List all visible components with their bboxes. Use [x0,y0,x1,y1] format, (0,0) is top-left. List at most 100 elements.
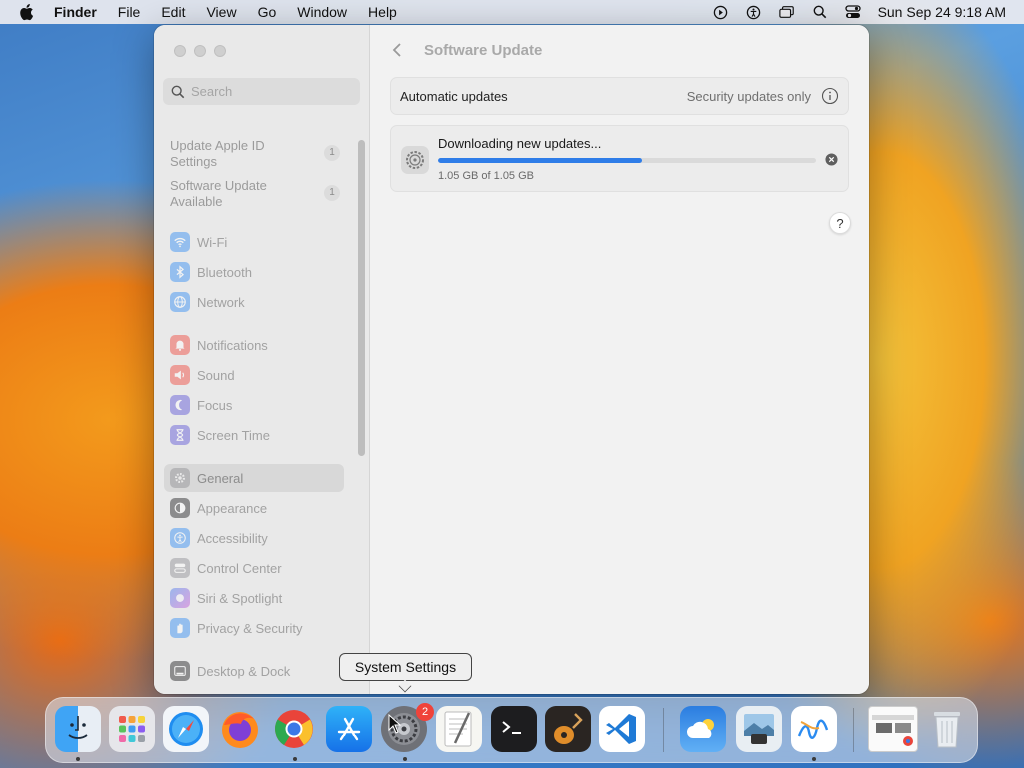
system-settings-window: Search Update Apple ID Settings 1 Softwa… [154,25,869,694]
sidebar-alert-apple-id[interactable]: Update Apple ID Settings 1 [170,138,340,170]
dock-separator [853,708,854,752]
running-indicator [293,757,297,761]
running-indicator [403,757,407,761]
sidebar-alert-software-update[interactable]: Software Update Available 1 [170,178,340,210]
globe-icon [170,292,190,312]
wifi-icon [170,232,190,252]
hourglass-icon [170,425,190,445]
help-button[interactable]: ? [829,212,851,234]
menu-window[interactable]: Window [297,4,347,20]
control-center-icon [170,558,190,578]
freeform-icon[interactable] [791,706,837,752]
main-titlebar: Software Update [390,41,542,59]
sidebar-item-label: Sound [197,367,235,383]
software-update-gear-icon [401,146,429,174]
download-size-text: 1.05 GB of 1.05 GB [438,170,535,182]
sidebar-item-siri-spotlight[interactable]: Siri & Spotlight [164,584,344,612]
sidebar-item-desktop-dock[interactable]: Desktop & Dock [164,657,344,685]
menu-view[interactable]: View [206,4,236,20]
dock-separator [663,708,664,752]
sidebar-item-label: Focus [197,397,233,413]
chrome-icon[interactable] [271,706,317,752]
menu-app-name[interactable]: Finder [54,4,97,20]
sidebar-item-label: General [197,470,244,486]
sidebar-item-label: Notifications [197,337,268,353]
sidebar-alert-label: Software Update Available [170,178,267,209]
menu-edit[interactable]: Edit [161,4,185,20]
download-status-text: Downloading new updates... [438,136,602,151]
sidebar-item-label: Wi-Fi [197,234,228,250]
main-pane: Software Update Automatic updates Securi… [370,25,869,694]
menu-file[interactable]: File [118,4,141,20]
sidebar-item-sound[interactable]: Sound [164,361,344,389]
chevron-left-icon[interactable] [390,41,404,59]
siri-icon [170,588,190,608]
screen-mirroring-icon[interactable] [778,4,795,20]
sidebar-item-appearance[interactable]: Appearance [164,494,344,522]
menu-help[interactable]: Help [368,4,397,20]
search-icon[interactable] [812,4,828,20]
moon-icon [170,395,190,415]
sidebar-item-label: Privacy & Security [197,620,303,636]
running-indicator [76,757,80,761]
page-title: Software Update [424,41,543,59]
weather-icon[interactable] [680,706,726,752]
window-thumbnail-icon[interactable] [868,706,918,752]
sidebar-item-general[interactable]: General [164,464,344,492]
search-icon [171,85,185,98]
sidebar-item-control-center[interactable]: Control Center [164,554,344,582]
sidebar-item-network[interactable]: Network [164,288,344,316]
sidebar-scrollbar[interactable] [358,140,365,456]
play-circle-icon[interactable] [713,4,729,20]
download-progress-fill [438,158,643,163]
cancel-download-icon[interactable] [825,153,838,166]
automatic-updates-value: Security updates only [686,88,811,104]
terminal-icon[interactable] [491,706,537,752]
sidebar-item-privacy-security[interactable]: Privacy & Security [164,614,344,642]
accessibility-icon[interactable] [746,4,762,20]
dock-icon [170,661,190,681]
control-center-icon[interactable] [844,4,861,20]
sidebar-item-label: Screen Time [197,427,270,443]
sidebar-item-label: Network [197,294,245,310]
dock: 2 [45,697,978,763]
app-store-icon[interactable] [326,706,372,752]
appearance-icon [170,498,190,518]
zoom-window-button[interactable] [214,45,226,57]
close-window-button[interactable] [174,45,186,57]
bluetooth-icon [170,262,190,282]
sidebar-search-field[interactable]: Search [163,78,360,105]
textedit-icon[interactable] [436,706,482,752]
menubar-clock[interactable]: Sun Sep 24 9:18 AM [878,4,1006,20]
vscode-icon[interactable] [599,706,645,752]
sidebar-alert-label: Update Apple ID Settings [170,138,265,169]
sidebar-item-screen-time[interactable]: Screen Time [164,421,344,449]
sidebar-item-bluetooth[interactable]: Bluetooth [164,258,344,286]
sidebar-item-focus[interactable]: Focus [164,391,344,419]
dock-notification-badge: 2 [416,703,434,721]
automatic-updates-label: Automatic updates [400,88,508,104]
sidebar-item-label: Accessibility [197,530,268,546]
safari-icon[interactable] [163,706,209,752]
dock-tooltip: System Settings [339,653,472,693]
download-progress-bar [438,158,816,163]
sidebar-item-label: Control Center [197,560,282,576]
preview-icon[interactable] [736,706,782,752]
apple-logo-icon[interactable] [18,3,36,21]
sidebar-item-accessibility[interactable]: Accessibility [164,524,344,552]
finder-icon[interactable] [55,706,101,752]
running-indicator [812,757,816,761]
download-progress-card: Downloading new updates... 1.05 GB of 1.… [390,125,849,192]
launchpad-icon[interactable] [109,706,155,752]
garageband-icon[interactable] [545,706,591,752]
bell-icon [170,335,190,355]
trash-icon[interactable] [924,706,970,752]
minimize-window-button[interactable] [194,45,206,57]
menu-go[interactable]: Go [258,4,277,20]
sidebar-item-notifications[interactable]: Notifications [164,331,344,359]
firefox-icon[interactable] [217,706,263,752]
accessibility-icon [170,528,190,548]
info-icon[interactable] [821,87,839,105]
sidebar-item-label: Appearance [197,500,268,516]
sidebar-item-wifi[interactable]: Wi-Fi [164,228,344,256]
